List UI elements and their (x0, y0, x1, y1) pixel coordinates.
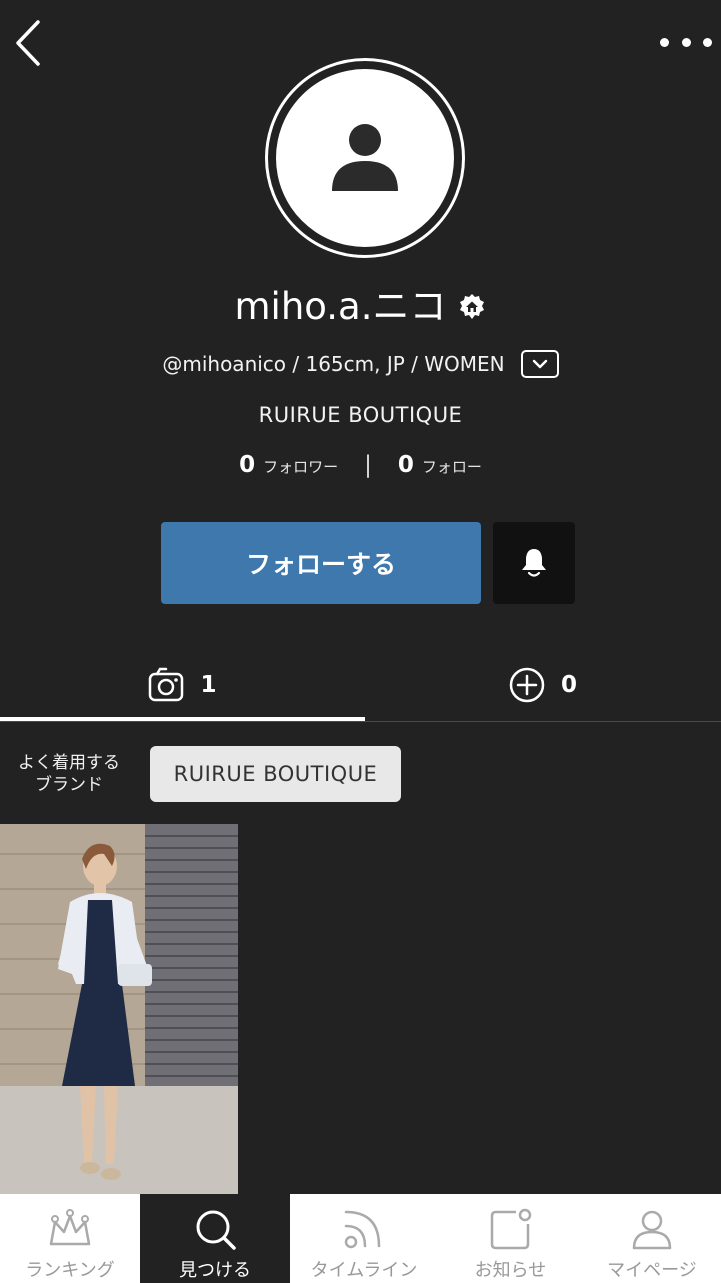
divider (0, 721, 721, 722)
crown-icon (49, 1209, 91, 1246)
profile-details: @mihoanico / 165cm, JP / WOMEN (0, 350, 721, 378)
post-thumbnail[interactable] (0, 824, 238, 1194)
shop-name[interactable]: RUIRUE BOUTIQUE (0, 403, 721, 427)
nav-label: タイムライン (310, 1260, 418, 1281)
username-row: miho.a.ニコ (0, 282, 721, 332)
handle-text: @mihoanico / 165cm, JP / WOMEN (162, 352, 505, 376)
username: miho.a.ニコ (234, 285, 447, 328)
nav-label: ランキング (25, 1260, 115, 1281)
post-photo (0, 824, 238, 1194)
nav-label: マイページ (607, 1260, 697, 1281)
saved-count: 0 (560, 672, 577, 698)
followers-count[interactable]: 0 (239, 452, 255, 478)
plus-circle-icon (509, 667, 545, 703)
dot-icon (660, 37, 669, 47)
nav-timeline[interactable]: タイムライン (290, 1194, 438, 1283)
following-count[interactable]: 0 (398, 452, 414, 478)
nav-label: お知らせ (474, 1260, 547, 1281)
notification-icon (490, 1208, 531, 1250)
nav-ranking[interactable]: ランキング (0, 1194, 140, 1283)
shop-badge-icon (460, 294, 485, 319)
notify-button[interactable] (493, 522, 575, 604)
nav-mypage[interactable]: マイページ (583, 1194, 721, 1283)
frequent-brands-label-line2: ブランド (35, 775, 103, 795)
following-label[interactable]: フォロー (422, 456, 482, 477)
chevron-left-icon (16, 20, 40, 66)
frequent-brands-label: よく着用する ブランド (10, 752, 128, 796)
person-icon (332, 124, 398, 191)
more-options-button[interactable] (660, 28, 712, 56)
camera-icon (149, 667, 184, 702)
person-icon (632, 1210, 672, 1250)
chevron-down-icon (532, 359, 547, 369)
nav-label: 見つける (179, 1260, 251, 1281)
frequent-brands-label-line1: よく着用する (18, 753, 120, 773)
bottom-nav: ランキング 見つける タイムライン お知らせ マイページ (0, 1194, 721, 1283)
avatar (276, 69, 454, 247)
expand-details-button[interactable] (520, 350, 559, 378)
rss-icon (344, 1210, 381, 1249)
bell-icon (522, 549, 546, 577)
search-icon (196, 1210, 236, 1250)
dot-icon (703, 37, 712, 47)
back-button[interactable] (10, 18, 50, 68)
dot-icon (681, 37, 691, 47)
nav-notifications[interactable]: お知らせ (438, 1194, 583, 1283)
follow-button[interactable]: フォローする (161, 522, 481, 604)
tab-posts[interactable]: 1 (0, 650, 365, 720)
stats-separator: | (364, 452, 372, 478)
followers-label[interactable]: フォロワー (263, 456, 338, 477)
posts-count: 1 (200, 672, 217, 698)
nav-discover[interactable]: 見つける (140, 1194, 290, 1283)
brand-chip[interactable]: RUIRUE BOUTIQUE (150, 746, 401, 802)
tab-saved[interactable]: 0 (365, 650, 721, 720)
follow-stats: 0 フォロワー | 0 フォロー (0, 452, 721, 478)
